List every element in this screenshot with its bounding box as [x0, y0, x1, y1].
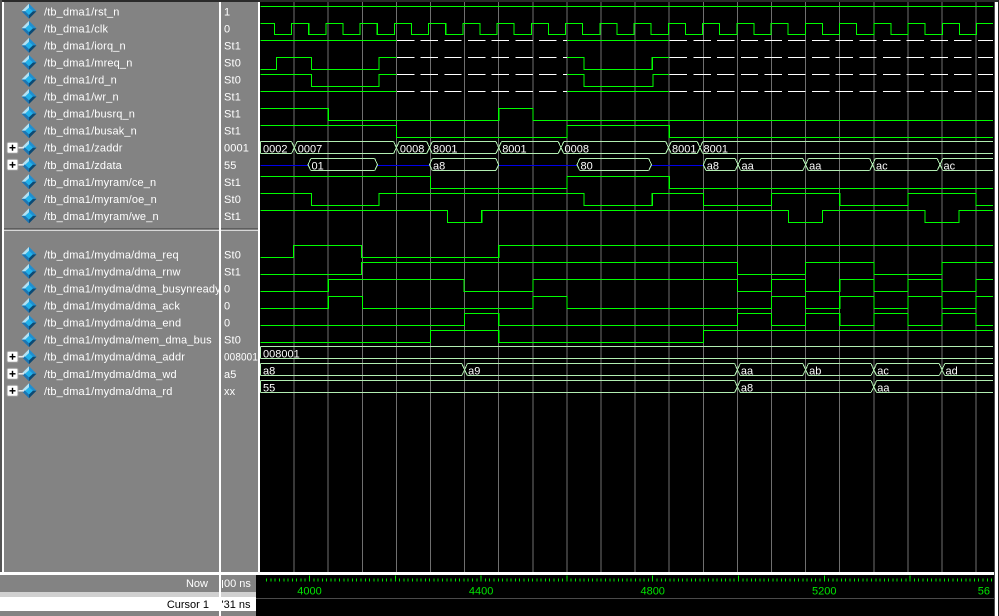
svg-text:0: 0	[224, 301, 230, 313]
svg-text:St1: St1	[224, 109, 241, 121]
svg-text:8001: 8001	[704, 143, 728, 155]
svg-text:/tb_dma1/mydma/dma_wd: /tb_dma1/mydma/dma_wd	[44, 369, 177, 381]
svg-text:ac: ac	[877, 366, 889, 378]
svg-text:/tb_dma1/mydma/dma_busynready: /tb_dma1/mydma/dma_busynready	[44, 284, 221, 296]
svg-text:aa: aa	[742, 160, 755, 172]
svg-text:/tb_dma1/mydma/dma_end: /tb_dma1/mydma/dma_end	[44, 318, 181, 330]
svg-text:a5: a5	[224, 369, 237, 381]
svg-text:0008: 0008	[400, 143, 424, 155]
svg-text:/tb_dma1/busak_n: /tb_dma1/busak_n	[44, 126, 137, 138]
svg-text:St0: St0	[224, 194, 241, 206]
svg-text:St0: St0	[224, 335, 241, 347]
svg-text:a8: a8	[707, 160, 719, 172]
svg-text:80: 80	[581, 160, 593, 172]
svg-text:/tb_dma1/rst_n: /tb_dma1/rst_n	[44, 6, 119, 18]
svg-text:ab: ab	[809, 366, 821, 378]
svg-text:56: 56	[978, 586, 990, 598]
svg-text:St1: St1	[224, 211, 241, 223]
svg-text:0: 0	[224, 284, 230, 296]
svg-text:ad: ad	[946, 366, 958, 378]
svg-text:/tb_dma1/mydma/dma_rnw: /tb_dma1/mydma/dma_rnw	[44, 266, 181, 278]
svg-text:St1: St1	[224, 40, 241, 52]
svg-text:a9: a9	[468, 366, 480, 378]
svg-text:0008: 0008	[565, 143, 589, 155]
svg-text:xx: xx	[224, 386, 236, 398]
svg-text:aa: aa	[877, 383, 890, 395]
svg-text:4400: 4400	[469, 586, 493, 598]
svg-text:/tb_dma1/mydma/dma_req: /tb_dma1/mydma/dma_req	[44, 249, 179, 261]
svg-text:8001: 8001	[502, 143, 526, 155]
svg-text:St0: St0	[224, 249, 241, 261]
svg-text:4000: 4000	[297, 586, 321, 598]
svg-text:/tb_dma1/rd_n: /tb_dma1/rd_n	[44, 75, 117, 87]
svg-text:/tb_dma1/myram/ce_n: /tb_dma1/myram/ce_n	[44, 177, 156, 189]
svg-text:St1: St1	[224, 92, 241, 104]
svg-text:0002: 0002	[263, 143, 287, 155]
svg-text:ac: ac	[944, 160, 956, 172]
svg-text:008001: 008001	[224, 352, 258, 364]
svg-text:St1: St1	[224, 266, 241, 278]
svg-text:aa: aa	[809, 160, 822, 172]
svg-text:/tb_dma1/mreq_n: /tb_dma1/mreq_n	[44, 58, 132, 70]
svg-text:5200: 5200	[812, 586, 836, 598]
svg-text:/tb_dma1/myram/we_n: /tb_dma1/myram/we_n	[44, 211, 159, 223]
svg-text:01: 01	[312, 160, 324, 172]
svg-text:/tb_dma1/mydma/mem_dma_bus: /tb_dma1/mydma/mem_dma_bus	[44, 335, 212, 347]
svg-text:/tb_dma1/mydma/dma_addr: /tb_dma1/mydma/dma_addr	[44, 352, 185, 364]
svg-text:/tb_dma1/wr_n: /tb_dma1/wr_n	[44, 92, 119, 104]
svg-text:/tb_dma1/zdata: /tb_dma1/zdata	[44, 160, 123, 172]
svg-text:8001: 8001	[672, 143, 696, 155]
svg-text:0007: 0007	[298, 143, 322, 155]
svg-text:aa: aa	[741, 366, 754, 378]
svg-text:/tb_dma1/mydma/dma_rd: /tb_dma1/mydma/dma_rd	[44, 386, 172, 398]
svg-text:0001: 0001	[224, 143, 249, 155]
svg-text:1: 1	[224, 6, 230, 18]
svg-text:55: 55	[263, 383, 275, 395]
svg-text:/tb_dma1/busrq_n: /tb_dma1/busrq_n	[44, 109, 135, 121]
svg-text:a8: a8	[741, 383, 753, 395]
svg-text:St0: St0	[224, 58, 241, 70]
svg-text:St1: St1	[224, 126, 241, 138]
svg-text:/tb_dma1/clk: /tb_dma1/clk	[44, 23, 109, 35]
svg-text:/tb_dma1/zaddr: /tb_dma1/zaddr	[44, 143, 123, 155]
svg-text:0: 0	[224, 23, 230, 35]
svg-text:008001: 008001	[263, 348, 300, 360]
svg-text:/tb_dma1/myram/oe_n: /tb_dma1/myram/oe_n	[44, 194, 157, 206]
svg-text:a8: a8	[263, 366, 275, 378]
svg-text:ac: ac	[876, 160, 888, 172]
svg-text:St0: St0	[224, 75, 241, 87]
svg-text:55: 55	[224, 160, 237, 172]
svg-text:/tb_dma1/mydma/dma_ack: /tb_dma1/mydma/dma_ack	[44, 301, 180, 313]
svg-text:4800: 4800	[640, 586, 664, 598]
svg-text:/tb_dma1/iorq_n: /tb_dma1/iorq_n	[44, 40, 126, 52]
svg-text:8001: 8001	[433, 143, 457, 155]
svg-text:0: 0	[224, 318, 230, 330]
svg-text:St1: St1	[224, 177, 241, 189]
svg-text:a8: a8	[433, 160, 445, 172]
